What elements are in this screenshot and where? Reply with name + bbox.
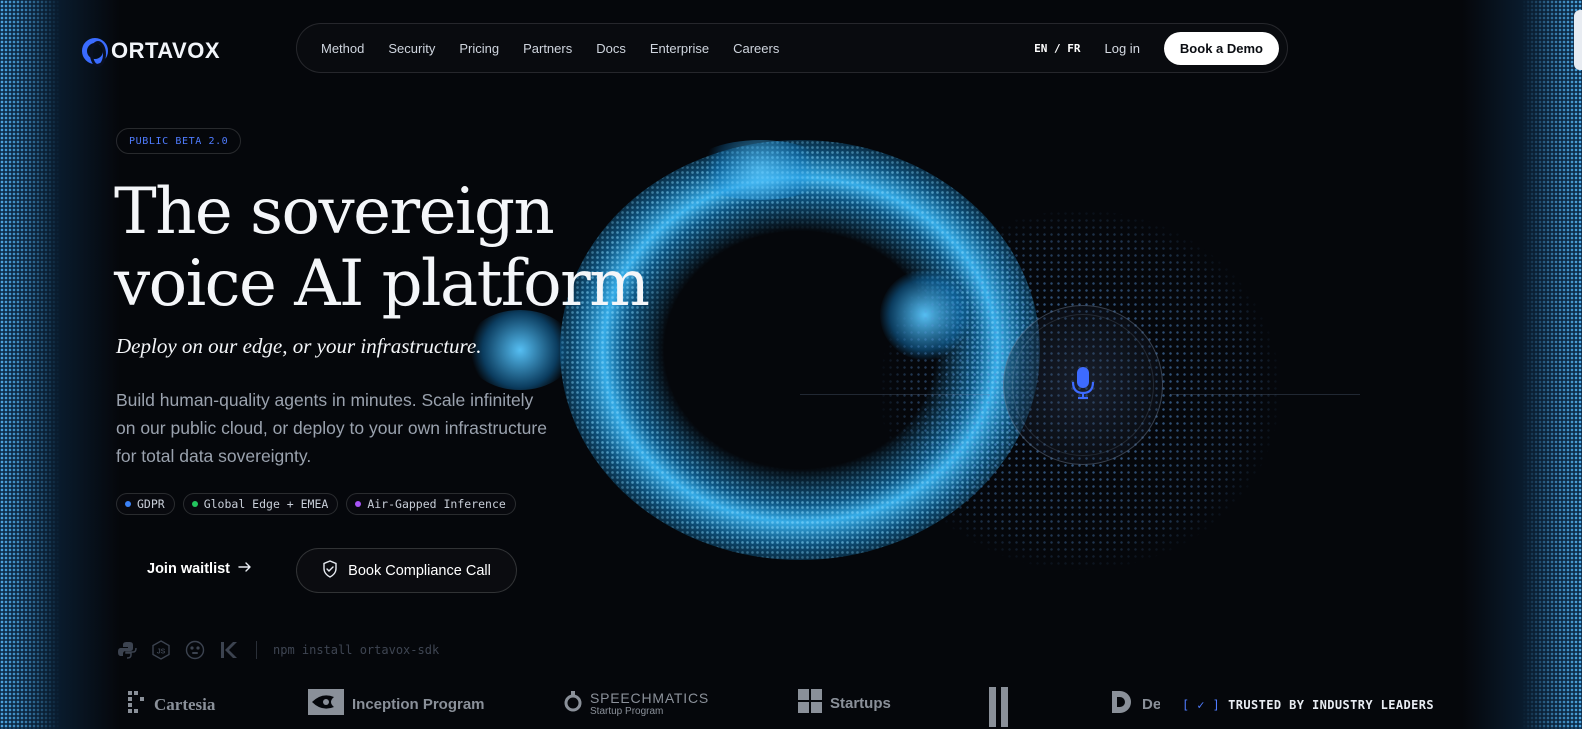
check-bracket-icon: [ ✓ ] (1182, 698, 1221, 712)
svg-text:JS: JS (157, 649, 166, 656)
trusted-text: TRUSTED BY INDUSTRY LEADERS (1228, 698, 1434, 712)
chip-air-gapped: Air-Gapped Inference (346, 493, 516, 515)
npm-install-command[interactable]: npm install ortavox-sdk (273, 643, 439, 657)
join-waitlist-button[interactable]: Join waitlist (147, 561, 252, 577)
hero-description: Build human-quality agents in minutes. S… (116, 390, 547, 466)
pause-bars-icon (987, 687, 1011, 729)
logo-startups: Startups (798, 689, 891, 718)
logo-label: Startups (830, 695, 891, 712)
cartesia-icon (126, 689, 146, 720)
brand-name: ORTAVOX (111, 38, 221, 63)
nav-link-method[interactable]: Method (321, 41, 364, 56)
logo-speechmatics: SPEECHMATICS Startup Program (564, 691, 709, 718)
logo-cartesia: Cartesia (126, 689, 215, 720)
logo-label: Cartesia (154, 694, 216, 714)
top-nav: Method Security Pricing Partners Docs En… (296, 23, 1288, 73)
right-glow (1462, 0, 1582, 729)
divider-line-right (1170, 394, 1360, 395)
nav-link-pricing[interactable]: Pricing (459, 41, 499, 56)
speechmatics-icon (564, 691, 582, 718)
nvidia-eye-icon (308, 689, 344, 720)
hero-title: The sovereign voice AI platform (114, 175, 650, 321)
python-icon[interactable] (116, 639, 138, 661)
status-dot-icon (125, 501, 131, 507)
hero-title-line-1: The sovereign (114, 175, 555, 249)
logo-sublabel: Startup Program (590, 705, 664, 717)
nav-link-security[interactable]: Security (388, 41, 435, 56)
shield-check-icon (322, 559, 338, 582)
login-link[interactable]: Log in (1105, 41, 1140, 56)
join-waitlist-label: Join waitlist (147, 561, 230, 577)
go-icon[interactable] (184, 639, 206, 661)
logo-bars (987, 687, 1011, 729)
hero-subtitle: Deploy on our edge, or your infrastructu… (116, 334, 482, 358)
nav-link-enterprise[interactable]: Enterprise (650, 41, 709, 56)
voice-mic-button[interactable] (1003, 305, 1163, 465)
status-dot-icon (355, 501, 362, 507)
nav-actions: EN / FR Log in Book a Demo (1034, 31, 1279, 65)
compliance-label: Book Compliance Call (348, 562, 491, 579)
left-glow (0, 0, 120, 729)
logo-de: De (1110, 689, 1160, 720)
windows-grid-icon (798, 689, 822, 718)
beta-badge: PUBLIC BETA 2.0 (116, 128, 242, 154)
lang-fr[interactable]: FR (1067, 42, 1080, 55)
nav-links: Method Security Pricing Partners Docs En… (321, 41, 779, 56)
brand-logo[interactable]: ORTAVOX (82, 38, 221, 67)
chip-label: Air-Gapped Inference (367, 497, 506, 511)
feature-chips: GDPR Global Edge + EMEA Air-Gapped Infer… (116, 493, 516, 515)
nav-link-partners[interactable]: Partners (523, 41, 572, 56)
divider-line-left (800, 394, 990, 395)
nav-link-careers[interactable]: Careers (733, 41, 779, 56)
partner-logos-strip: Cartesia Inception Program SPEECHMATICS … (0, 685, 1160, 729)
chip-gdpr: GDPR (116, 493, 175, 515)
sdk-divider (256, 641, 257, 659)
hero-title-line-2: voice AI platform (114, 247, 650, 321)
chip-global-edge: Global Edge + EMEA (182, 493, 339, 515)
scrollbar-thumb[interactable] (1574, 10, 1582, 70)
arrow-right-icon (238, 561, 252, 577)
nodejs-icon[interactable]: JS (150, 639, 172, 661)
d-mark-icon (1110, 689, 1134, 720)
lang-separator: / (1054, 41, 1061, 55)
book-demo-button[interactable]: Book a Demo (1163, 31, 1279, 65)
trusted-by-label: [ ✓ ] TRUSTED BY INDUSTRY LEADERS (1182, 698, 1434, 712)
chip-label: Global Edge + EMEA (203, 497, 329, 511)
logo-label: Inception Program (352, 696, 485, 713)
logo-label: De (1142, 696, 1160, 713)
logo-label: SPEECHMATICS (590, 689, 710, 706)
lang-en[interactable]: EN (1034, 42, 1047, 55)
ortavox-logo-icon (82, 38, 108, 67)
kotlin-icon[interactable] (218, 639, 240, 661)
book-compliance-call-button[interactable]: Book Compliance Call (296, 548, 517, 593)
status-dot-icon (191, 501, 198, 507)
speechmatics-text: SPEECHMATICS Startup Program (590, 689, 710, 718)
logo-inception: Inception Program (308, 689, 485, 720)
language-switcher: EN / FR (1034, 42, 1080, 55)
nav-link-docs[interactable]: Docs (596, 41, 626, 56)
sdk-row: JS npm install ortavox-sdk (116, 639, 439, 661)
chip-label: GDPR (137, 497, 165, 511)
